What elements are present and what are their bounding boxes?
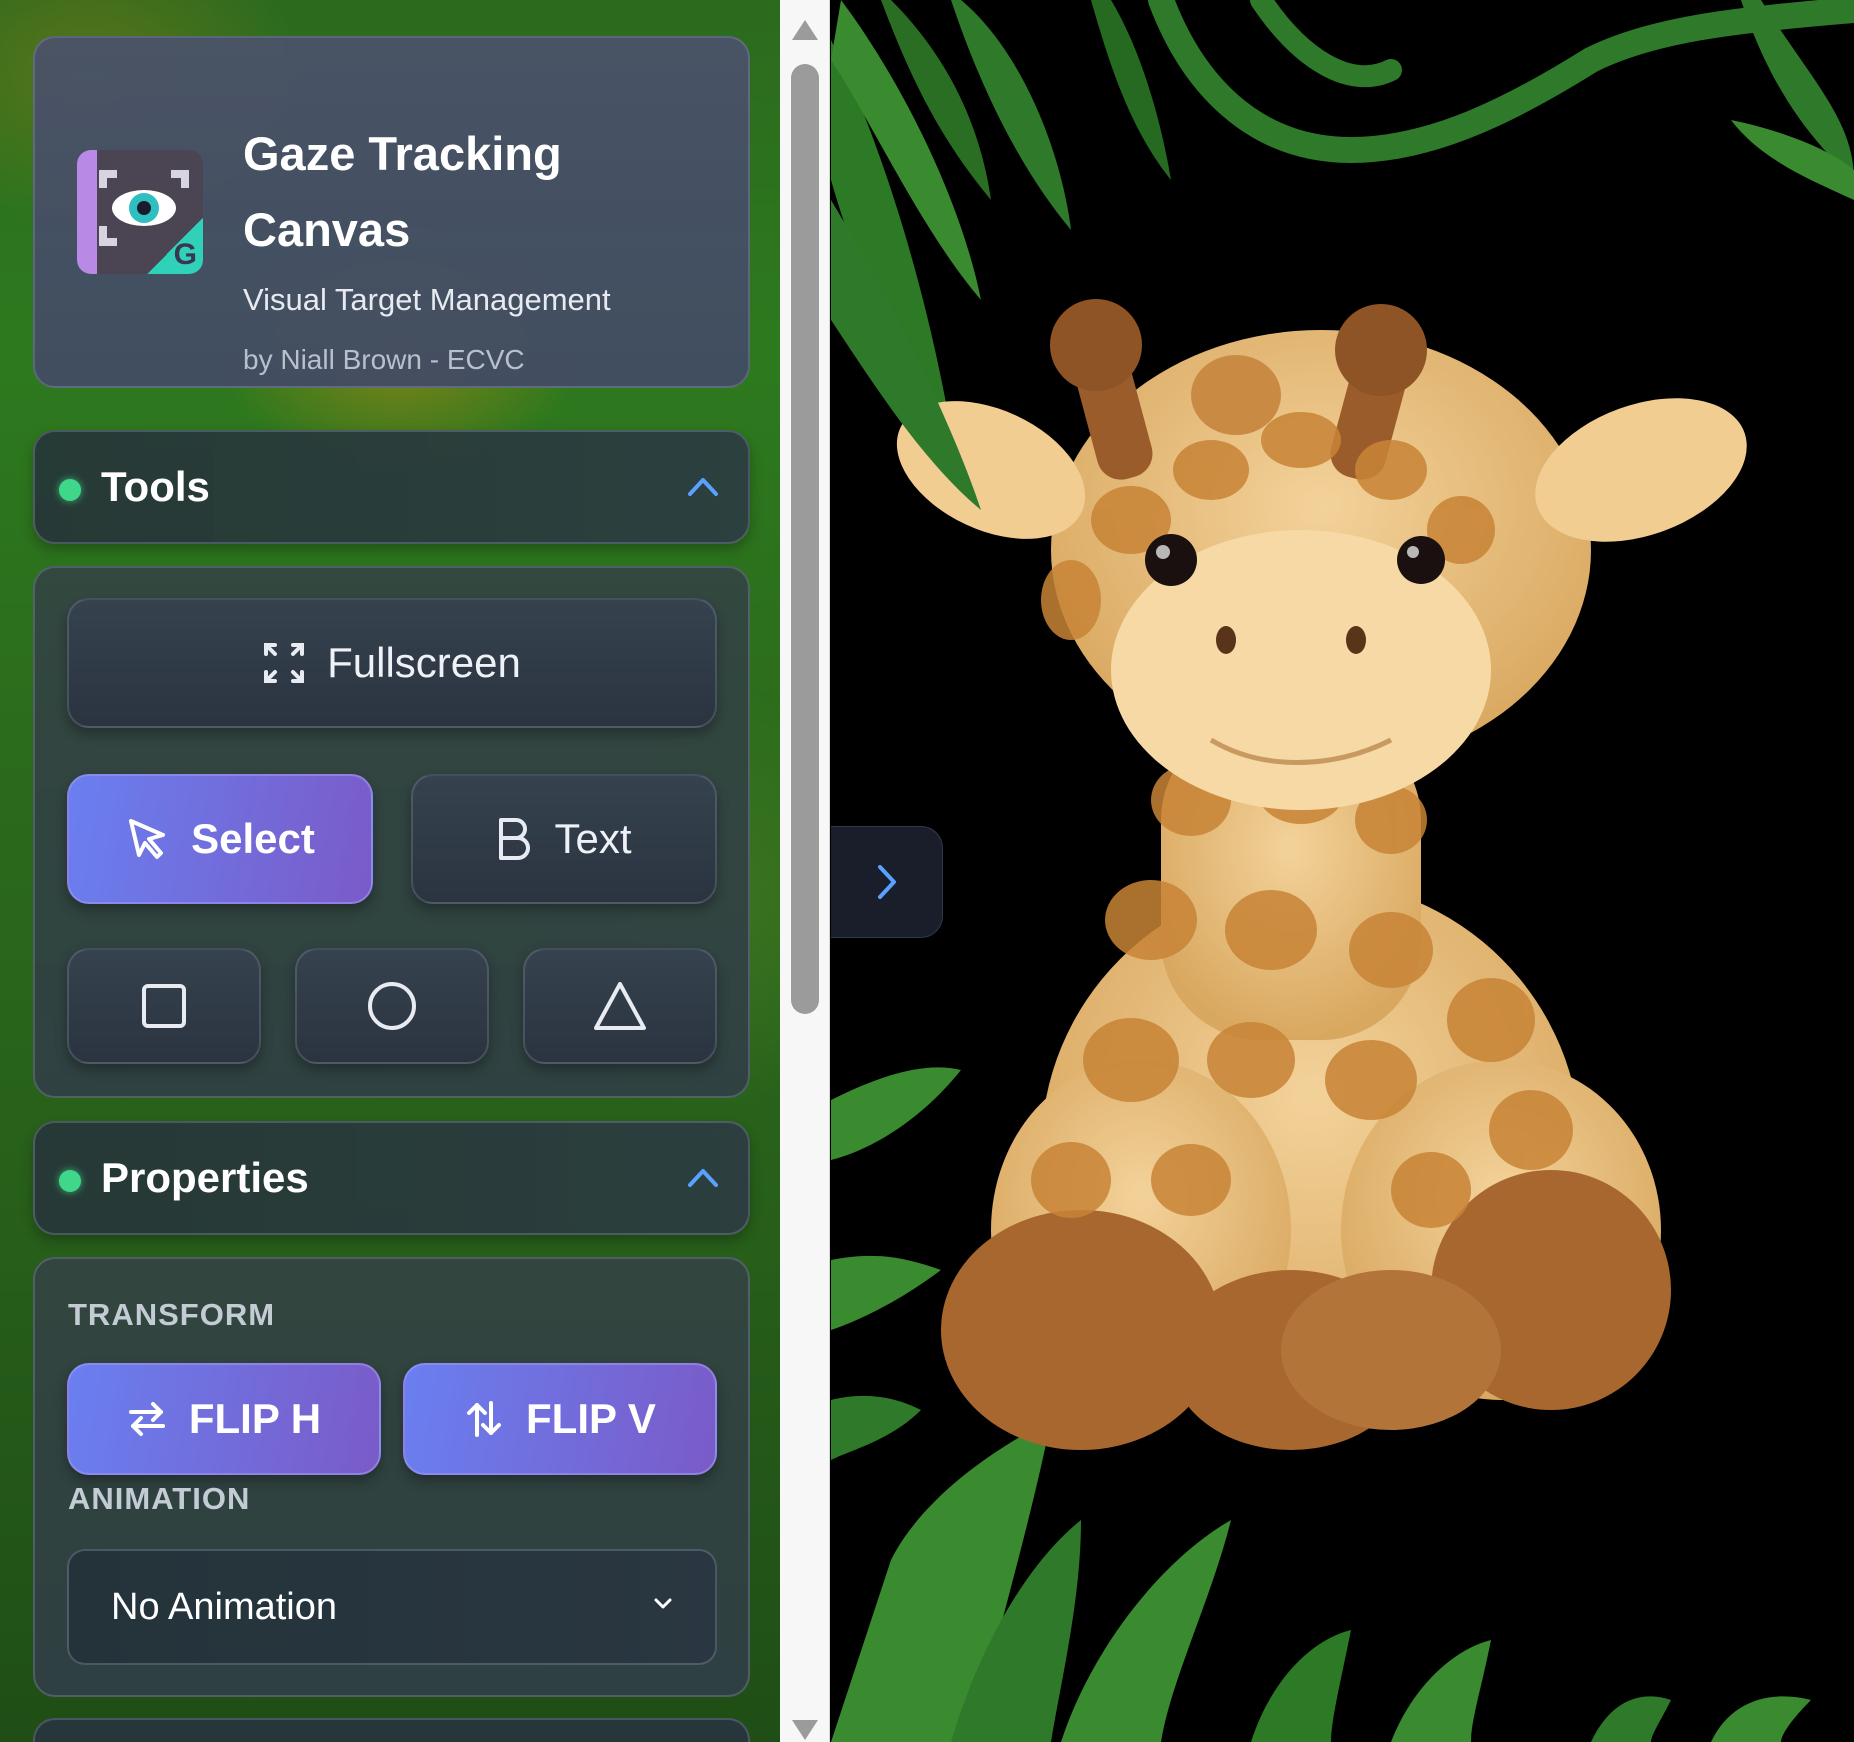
tools-panel: Fullscreen Select Text	[33, 566, 750, 1098]
canvas-image[interactable]	[831, 0, 1854, 1742]
fullscreen-icon	[264, 643, 305, 683]
flip-horizontal-button[interactable]: FLIP H	[67, 1363, 381, 1475]
status-dot	[59, 479, 81, 501]
rectangle-tool-button[interactable]	[67, 948, 261, 1064]
app-logo-icon: G	[77, 150, 203, 274]
chevron-down-icon	[654, 1598, 672, 1609]
swap-horizontal-icon	[128, 1402, 165, 1436]
flip-h-label: FLIP H	[188, 1395, 322, 1442]
properties-section-label: Properties	[101, 1154, 309, 1201]
triangle-tool-button[interactable]	[523, 948, 717, 1064]
tools-section-header[interactable]: Tools	[33, 430, 750, 544]
sidebar-scrollbar[interactable]	[780, 0, 830, 1742]
chevron-up-icon[interactable]	[686, 474, 720, 498]
app-subtitle: Visual Target Management	[243, 282, 611, 317]
app-author: by Niall Brown - ECVC	[243, 344, 525, 375]
scroll-down-arrow-icon[interactable]	[790, 1718, 820, 1742]
app-title: Gaze Tracking Canvas	[243, 127, 562, 256]
tools-section-label: Tools	[101, 463, 210, 510]
chevron-right-icon	[877, 865, 896, 899]
app-header-card: G Gaze Tracking Canvas Visual Target Man…	[33, 36, 750, 388]
expand-panel-button[interactable]	[831, 826, 943, 938]
animation-select-value: No Animation	[111, 1586, 338, 1628]
chevron-up-icon[interactable]	[686, 1165, 720, 1189]
flip-vertical-button[interactable]: FLIP V	[403, 1363, 717, 1475]
canvas-area[interactable]	[831, 0, 1854, 1742]
properties-panel: TRANSFORM FLIP H FLIP V ANIMATION No Ani…	[33, 1257, 750, 1697]
scrollbar-thumb[interactable]	[791, 64, 819, 1014]
scroll-up-arrow-icon[interactable]	[790, 18, 820, 42]
bold-b-icon	[499, 818, 531, 860]
status-dot	[59, 1170, 81, 1192]
triangle-icon	[594, 982, 646, 1030]
next-section-card	[33, 1718, 750, 1742]
select-tool-label: Select	[191, 815, 315, 862]
text-tool-label: Text	[554, 815, 632, 862]
animation-label: ANIMATION	[68, 1481, 251, 1516]
cursor-arrow-icon	[129, 819, 166, 859]
fullscreen-label: Fullscreen	[327, 639, 521, 686]
select-tool-button[interactable]: Select	[67, 774, 373, 904]
sidebar: G Gaze Tracking Canvas Visual Target Man…	[0, 0, 780, 1742]
swap-vertical-icon	[467, 1401, 502, 1437]
square-icon	[142, 984, 186, 1028]
circle-tool-button[interactable]	[295, 948, 489, 1064]
flip-v-label: FLIP V	[526, 1395, 656, 1442]
circle-icon	[368, 982, 416, 1030]
fullscreen-button[interactable]: Fullscreen	[67, 598, 717, 728]
animation-select[interactable]: No Animation	[67, 1549, 717, 1665]
properties-section-header[interactable]: Properties	[33, 1121, 750, 1235]
text-tool-button[interactable]: Text	[411, 774, 717, 904]
transform-label: TRANSFORM	[68, 1297, 276, 1332]
